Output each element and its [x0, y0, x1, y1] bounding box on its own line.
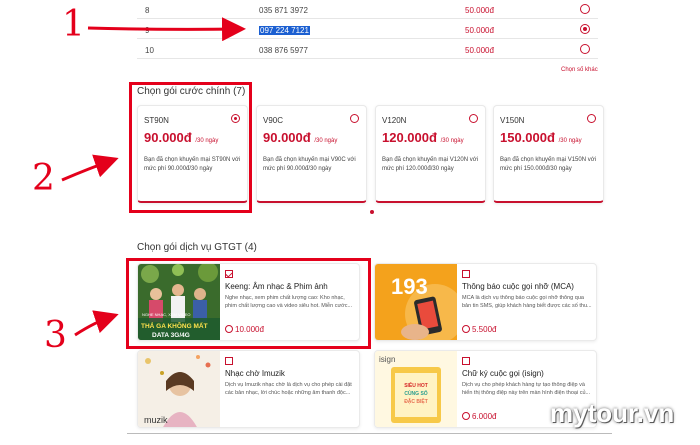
- watermark-logo: mytour.vn: [550, 398, 675, 428]
- annotation-number-3: 3: [44, 315, 67, 356]
- arrow-1: [87, 17, 246, 42]
- annotation-number-2: 2: [32, 158, 55, 199]
- annotation-number-1: 1: [62, 4, 85, 45]
- annotation-box-3: [126, 258, 371, 349]
- arrow-2: [61, 154, 119, 182]
- annotation-box-2: [129, 82, 252, 213]
- arrow-3: [74, 310, 119, 337]
- annotation-arrows: [61, 17, 246, 337]
